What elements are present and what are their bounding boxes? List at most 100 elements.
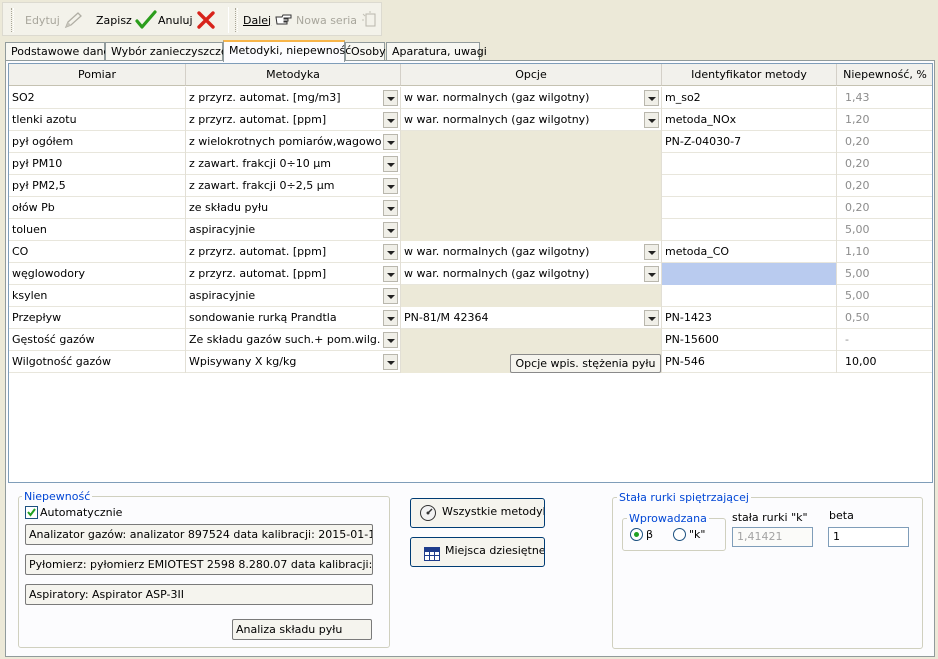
table-row[interactable]: Przepływ sondowanie rurką Prandtla PN-81/M… xyxy=(9,307,932,329)
cell-uncertainty[interactable]: 1,20 xyxy=(837,109,932,131)
methodology-dropdown-button[interactable] xyxy=(383,310,398,326)
dust-meter-button[interactable]: Pyłomierz: pyłomierz EMIOTEST 2598 8.280… xyxy=(25,554,373,575)
next-button[interactable]: Dalej xyxy=(243,9,294,31)
methodology-dropdown-button[interactable] xyxy=(383,332,398,348)
automatic-checkbox[interactable] xyxy=(25,506,38,519)
methodology-dropdown-button[interactable] xyxy=(383,288,398,304)
cell-options[interactable] xyxy=(401,197,662,219)
cell-uncertainty[interactable]: 10,00 xyxy=(837,351,932,373)
table-row[interactable]: Gęstość gazów Ze składu gazów such.+ pom.… xyxy=(9,329,932,351)
cell-uncertainty[interactable]: 1,10 xyxy=(837,241,932,263)
column-header-measurement[interactable]: Pomiar xyxy=(9,64,186,86)
options-dropdown-button[interactable] xyxy=(644,112,659,128)
table-row[interactable]: pył PM2,5 z zawart. frakcji 0÷2,5 µm 0,20 xyxy=(9,175,932,197)
cell-measurement[interactable]: pył ogółem xyxy=(9,131,186,153)
tab-pollutants[interactable]: Wybór zanieczyszczeń xyxy=(105,42,235,61)
cell-methodology[interactable]: sondowanie rurką Prandtla xyxy=(186,307,401,329)
column-header-method-id[interactable]: Identyfikator metody xyxy=(662,64,837,86)
cell-uncertainty[interactable]: 1,43 xyxy=(837,87,932,109)
cell-options[interactable]: w war. normalnych (gaz wilgotny) xyxy=(401,109,662,131)
methodology-dropdown-button[interactable] xyxy=(383,244,398,260)
cell-options[interactable] xyxy=(401,175,662,197)
cell-options[interactable]: w war. normalnych (gaz wilgotny) xyxy=(401,87,662,109)
cell-options[interactable]: w war. normalnych (gaz wilgotny) xyxy=(401,241,662,263)
options-dropdown-button[interactable] xyxy=(644,90,659,106)
methodology-dropdown-button[interactable] xyxy=(383,112,398,128)
cell-method-id[interactable]: metoda_CO xyxy=(662,241,837,263)
cell-measurement[interactable]: ksylen xyxy=(9,285,186,307)
cell-uncertainty[interactable]: 5,00 xyxy=(837,219,932,241)
toolbar-grip[interactable] xyxy=(11,8,14,32)
cell-options[interactable] xyxy=(401,219,662,241)
cell-uncertainty[interactable]: 0,20 xyxy=(837,175,932,197)
cell-method-id[interactable] xyxy=(662,219,837,241)
cell-methodology[interactable]: ze składu pyłu xyxy=(186,197,401,219)
cell-method-id[interactable]: m_so2 xyxy=(662,87,837,109)
cell-measurement[interactable]: toluen xyxy=(9,219,186,241)
options-dropdown-button[interactable] xyxy=(644,310,659,326)
beta-field[interactable]: 1 xyxy=(828,527,909,547)
cell-options[interactable] xyxy=(401,153,662,175)
cell-methodology[interactable]: aspiracyjnie xyxy=(186,219,401,241)
cell-method-id[interactable] xyxy=(662,285,837,307)
table-row[interactable]: węglowodory z przyrz. automat. [ppm] w war… xyxy=(9,263,932,285)
methodology-dropdown-button[interactable] xyxy=(383,90,398,106)
toolbar-grip[interactable] xyxy=(235,8,238,32)
cell-method-id[interactable]: metoda_NOx xyxy=(662,109,837,131)
tab-basic-data[interactable]: Podstawowe dane xyxy=(5,42,110,61)
table-row[interactable]: CO z przyrz. automat. [ppm] w war. normaln… xyxy=(9,241,932,263)
k-constant-field[interactable]: 1,41421 xyxy=(732,527,813,547)
cell-uncertainty[interactable]: 5,00 xyxy=(837,263,932,285)
cell-methodology[interactable]: z przyrz. automat. [ppm] xyxy=(186,241,401,263)
cell-measurement[interactable]: SO2 xyxy=(9,87,186,109)
options-dropdown-button[interactable] xyxy=(644,266,659,282)
cell-methodology[interactable]: z zawart. frakcji 0÷2,5 µm xyxy=(186,175,401,197)
table-row[interactable]: ksylen aspiracyjnie 5,00 xyxy=(9,285,932,307)
cell-measurement[interactable]: tlenki azotu xyxy=(9,109,186,131)
cell-measurement[interactable]: Przepływ xyxy=(9,307,186,329)
cell-methodology[interactable]: z przyrz. automat. [mg/m3] xyxy=(186,87,401,109)
cell-uncertainty[interactable]: 0,20 xyxy=(837,131,932,153)
cell-methodology[interactable]: aspiracyjnie xyxy=(186,285,401,307)
aspirators-button[interactable]: Aspiratory: Aspirator ASP-3II xyxy=(25,584,373,605)
cell-measurement[interactable]: Gęstość gazów xyxy=(9,329,186,351)
cell-method-id[interactable]: PN-546 xyxy=(662,351,837,373)
cell-options[interactable]: PN-81/M 42364 xyxy=(401,307,662,329)
methodology-dropdown-button[interactable] xyxy=(383,354,398,370)
column-header-uncertainty[interactable]: Niepewność, % xyxy=(837,64,932,86)
cell-methodology[interactable]: Ze składu gazów such.+ pom.wilg. xyxy=(186,329,401,351)
cell-method-id[interactable] xyxy=(662,263,837,285)
cell-methodology[interactable]: z przyrz. automat. [ppm] xyxy=(186,263,401,285)
cell-method-id[interactable]: PN-15600 xyxy=(662,329,837,351)
methodology-dropdown-button[interactable] xyxy=(383,266,398,282)
column-header-methodology[interactable]: Metodyka xyxy=(186,64,401,86)
cell-options[interactable]: w war. normalnych (gaz wilgotny) xyxy=(401,263,662,285)
cell-methodology[interactable]: z wielokrotnych pomiarów,wagowo xyxy=(186,131,401,153)
cell-method-id[interactable]: PN-1423 xyxy=(662,307,837,329)
cell-uncertainty[interactable]: 0,50 xyxy=(837,307,932,329)
cell-methodology[interactable]: Wpisywany X kg/kg xyxy=(186,351,401,373)
methodology-dropdown-button[interactable] xyxy=(383,134,398,150)
table-row[interactable]: toluen aspiracyjnie 5,00 xyxy=(9,219,932,241)
cell-method-id[interactable] xyxy=(662,153,837,175)
cell-uncertainty[interactable]: 0,20 xyxy=(837,153,932,175)
methodology-dropdown-button[interactable] xyxy=(383,178,398,194)
cell-method-id[interactable]: PN-Z-04030-7 xyxy=(662,131,837,153)
table-row[interactable]: Wilgotność gazów Wpisywany X kg/kg PN-546 1… xyxy=(9,351,932,373)
column-header-options[interactable]: Opcje xyxy=(401,64,662,86)
cell-uncertainty[interactable]: - xyxy=(837,329,932,351)
cell-options[interactable] xyxy=(401,285,662,307)
k-radio[interactable] xyxy=(673,528,686,541)
dust-analysis-button[interactable]: Analiza składu pyłu xyxy=(232,619,372,640)
table-row[interactable]: pył PM10 z zawart. frakcji 0÷10 µm 0,20 xyxy=(9,153,932,175)
methodology-dropdown-button[interactable] xyxy=(383,222,398,238)
cell-method-id[interactable] xyxy=(662,197,837,219)
cell-measurement[interactable]: węglowodory xyxy=(9,263,186,285)
cell-method-id[interactable] xyxy=(662,175,837,197)
beta-radio[interactable] xyxy=(630,528,643,541)
cell-measurement[interactable]: ołów Pb xyxy=(9,197,186,219)
table-row[interactable]: tlenki azotu z przyrz. automat. [ppm] w wa… xyxy=(9,109,932,131)
all-methods-button[interactable]: Wszystkie metodyki xyxy=(410,498,545,528)
methodology-dropdown-button[interactable] xyxy=(383,156,398,172)
edit-button[interactable]: Edytuj xyxy=(25,9,83,31)
